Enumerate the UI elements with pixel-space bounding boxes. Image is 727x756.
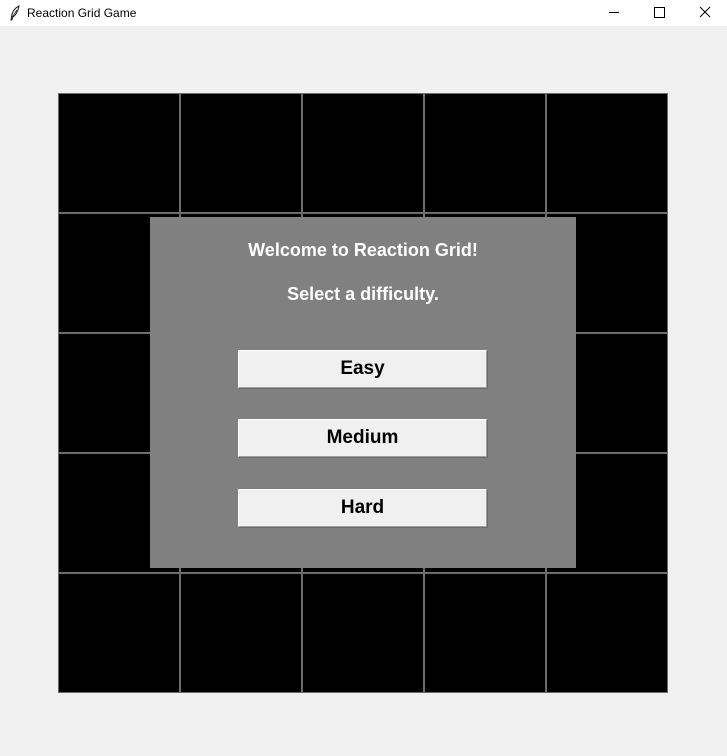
welcome-heading: Welcome to Reaction Grid! bbox=[248, 240, 478, 260]
maximize-button[interactable] bbox=[637, 0, 682, 26]
difficulty-dialog: Welcome to Reaction Grid! Select a diffi… bbox=[150, 217, 576, 568]
grid-cell[interactable] bbox=[546, 93, 668, 213]
app-window: Reaction Grid Game Welcome to Reaction G… bbox=[0, 0, 727, 756]
grid-cell[interactable] bbox=[58, 573, 180, 693]
grid-cell[interactable] bbox=[546, 573, 668, 693]
feather-icon bbox=[9, 5, 21, 21]
minimize-icon bbox=[609, 12, 619, 13]
medium-button[interactable]: Medium bbox=[238, 419, 487, 457]
grid-cell[interactable] bbox=[424, 93, 546, 213]
grid-cell[interactable] bbox=[180, 93, 302, 213]
minimize-button[interactable] bbox=[592, 0, 637, 26]
maximize-icon bbox=[654, 7, 665, 18]
client-area: Welcome to Reaction Grid! Select a diffi… bbox=[0, 26, 727, 756]
close-icon bbox=[699, 6, 711, 18]
difficulty-prompt: Select a difficulty. bbox=[287, 284, 439, 304]
grid-cell[interactable] bbox=[302, 573, 424, 693]
grid-cell[interactable] bbox=[302, 93, 424, 213]
grid-cell[interactable] bbox=[180, 573, 302, 693]
close-button[interactable] bbox=[682, 0, 727, 26]
hard-button[interactable]: Hard bbox=[238, 489, 487, 527]
grid-cell[interactable] bbox=[424, 573, 546, 693]
grid-cell[interactable] bbox=[58, 93, 180, 213]
window-title: Reaction Grid Game bbox=[27, 6, 137, 20]
easy-button[interactable]: Easy bbox=[238, 350, 487, 388]
title-bar[interactable]: Reaction Grid Game bbox=[0, 0, 727, 26]
